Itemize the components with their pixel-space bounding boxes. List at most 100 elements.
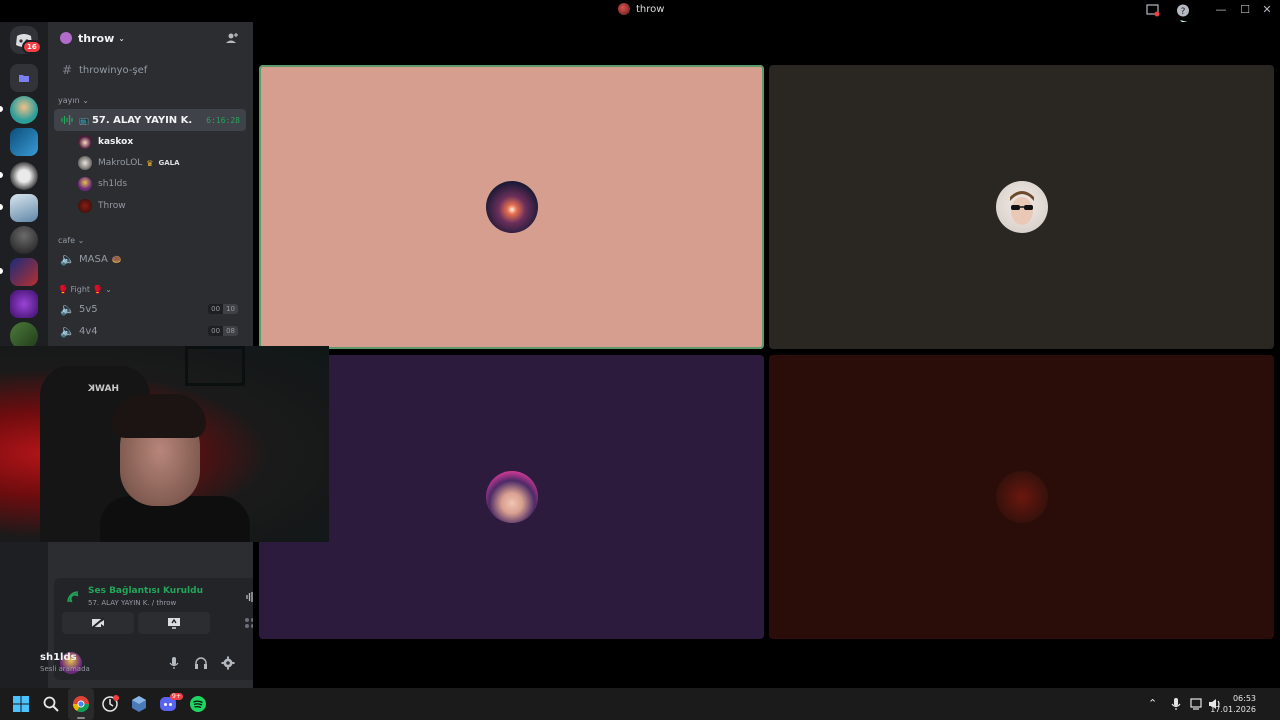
clock-date: 17.01.2026 bbox=[1210, 705, 1256, 714]
participant-tile-makrolol[interactable] bbox=[769, 65, 1274, 349]
clock-app-icon[interactable] bbox=[101, 695, 119, 713]
tray-expand-icon[interactable]: ⌃ bbox=[1148, 697, 1157, 710]
avatar bbox=[78, 177, 92, 191]
tray-microphone-icon[interactable] bbox=[1170, 697, 1182, 711]
active-channel-name: 57. ALAY YAYIN K. bbox=[91, 114, 193, 126]
guild-icon bbox=[60, 32, 72, 44]
connection-status[interactable]: Ses Bağlantısı Kuruldu bbox=[88, 586, 203, 596]
folder-icon[interactable] bbox=[10, 64, 38, 92]
channel-name: 4v4 bbox=[79, 325, 98, 337]
call-timer: 6:16:28 bbox=[206, 115, 240, 125]
speaker-icon: 🔈 bbox=[60, 302, 75, 316]
webcam-overlay: HAWK bbox=[0, 346, 329, 542]
microphone-icon[interactable] bbox=[168, 656, 180, 670]
gala-tag: GALA bbox=[158, 159, 180, 167]
server-avatar-1[interactable] bbox=[10, 96, 38, 124]
avatar bbox=[78, 135, 92, 149]
window-title: throw bbox=[618, 3, 664, 15]
chevron-down-icon: ⌄ bbox=[118, 33, 125, 43]
app-cube-icon[interactable] bbox=[130, 695, 148, 713]
voice-activity-icon bbox=[61, 115, 73, 125]
voice-channel-active[interactable]: 📺 57. ALAY YAYIN K. 6:16:28 bbox=[54, 109, 246, 131]
maximize-button[interactable]: ☐ bbox=[1238, 3, 1252, 16]
close-button[interactable]: ✕ bbox=[1260, 3, 1274, 16]
participant-tile-sh1lds[interactable] bbox=[259, 355, 764, 639]
window-title-text: throw bbox=[636, 3, 665, 15]
member-kaskox[interactable]: kaskox bbox=[78, 133, 133, 151]
minimize-button[interactable]: — bbox=[1214, 3, 1228, 16]
participant-tile-throw[interactable] bbox=[769, 355, 1274, 639]
avatar bbox=[78, 199, 92, 213]
clock-time: 06:53 bbox=[1232, 694, 1256, 703]
system-clock[interactable]: 06:53 17.01.2026 bbox=[1210, 693, 1256, 715]
server-avatar-icon bbox=[618, 3, 630, 15]
add-member-icon[interactable] bbox=[225, 31, 239, 45]
channel-name: 5v5 bbox=[79, 303, 98, 315]
participant-avatar bbox=[995, 471, 1048, 523]
user-status: Sesli aramada bbox=[40, 665, 90, 673]
crown-icon: ♛ bbox=[146, 158, 154, 168]
category-yayin[interactable]: yayın ⌄ bbox=[58, 96, 89, 105]
channel-name: throwinyo-şef bbox=[79, 64, 148, 76]
tv-icon: 📺 bbox=[79, 115, 89, 125]
spotify-icon[interactable] bbox=[189, 695, 207, 713]
user-max: 10 bbox=[223, 304, 238, 314]
user-count: 00 bbox=[208, 304, 224, 314]
participant-tile-kaskox[interactable] bbox=[259, 65, 764, 349]
server-avatar-4[interactable] bbox=[10, 194, 38, 222]
wall-frame bbox=[185, 346, 245, 386]
member-makrolol[interactable]: MakroLOL ♛ GALA bbox=[78, 154, 183, 172]
text-channel-throwinyo[interactable]: # throwinyo-şef bbox=[54, 59, 246, 81]
camera-off-icon bbox=[91, 617, 105, 629]
channel-name: MASA bbox=[79, 253, 108, 265]
participant-avatar bbox=[485, 471, 538, 523]
hashtag-icon: # bbox=[61, 63, 73, 77]
member-name: sh1lds bbox=[98, 179, 128, 189]
server-avatar-5[interactable] bbox=[10, 226, 38, 254]
participant-avatar bbox=[485, 181, 538, 233]
category-cafe[interactable]: cafe ⌄ bbox=[58, 236, 84, 245]
windows-start-icon[interactable] bbox=[12, 695, 30, 713]
camera-button[interactable] bbox=[62, 612, 134, 634]
voice-channel-4v4[interactable]: 🔈 4v4 00 08 bbox=[54, 320, 246, 342]
participant-avatar bbox=[995, 181, 1048, 233]
speaker-icon: 🔈 bbox=[60, 252, 75, 266]
server-avatar-3[interactable] bbox=[10, 162, 38, 190]
speaker-icon: 🔈 bbox=[60, 324, 75, 338]
masa-emoji-icon: 🍩 bbox=[111, 254, 122, 264]
member-name: kaskox bbox=[98, 137, 134, 147]
server-avatar-7[interactable] bbox=[10, 290, 38, 318]
user-name[interactable]: sh1lds bbox=[40, 652, 77, 663]
signal-icon bbox=[67, 591, 79, 603]
connection-location[interactable]: 57. ALAY YAYIN K. / throw bbox=[88, 599, 176, 607]
search-icon[interactable] bbox=[42, 695, 60, 713]
headphones-icon[interactable] bbox=[194, 656, 208, 670]
server-avatar-2[interactable] bbox=[10, 128, 38, 156]
voice-channel-5v5[interactable]: 🔈 5v5 00 10 bbox=[54, 298, 246, 320]
guild-header[interactable]: throw ⌄ bbox=[48, 22, 253, 54]
sunglasses-face-icon bbox=[1009, 191, 1034, 225]
user-limit: 00 10 bbox=[208, 304, 238, 314]
windows-taskbar: 9+ ⌃ 06:53 17.01.2026 bbox=[0, 688, 1280, 720]
voice-channel-masa[interactable]: 🔈 MASA 🍩 bbox=[54, 248, 246, 270]
dm-badge: 16 bbox=[22, 40, 42, 54]
screen-share-button[interactable] bbox=[138, 612, 210, 634]
category-fight[interactable]: 🥊 Fight 🥊 ⌄ bbox=[58, 285, 112, 294]
title-bar: throw ? — ☐ ✕ bbox=[0, 0, 1280, 51]
member-sh1lds[interactable]: sh1lds bbox=[78, 175, 127, 193]
settings-gear-icon[interactable] bbox=[221, 656, 235, 670]
folder-glyph-icon bbox=[19, 75, 29, 82]
screen-share-icon bbox=[168, 618, 180, 629]
discord-notification-badge: 9+ bbox=[170, 693, 183, 700]
user-max: 08 bbox=[223, 326, 238, 336]
member-name: MakroLOL bbox=[98, 158, 143, 168]
chair-logo: HAWK bbox=[88, 384, 119, 394]
chrome-taskbar-item[interactable] bbox=[68, 688, 94, 720]
network-icon[interactable] bbox=[1190, 697, 1204, 711]
server-avatar-6[interactable] bbox=[10, 258, 38, 286]
voice-stage bbox=[253, 22, 1280, 688]
member-throw[interactable]: Throw bbox=[78, 197, 126, 215]
user-count: 00 bbox=[208, 326, 224, 336]
member-name: Throw bbox=[98, 201, 126, 211]
guild-name: throw bbox=[78, 31, 115, 45]
